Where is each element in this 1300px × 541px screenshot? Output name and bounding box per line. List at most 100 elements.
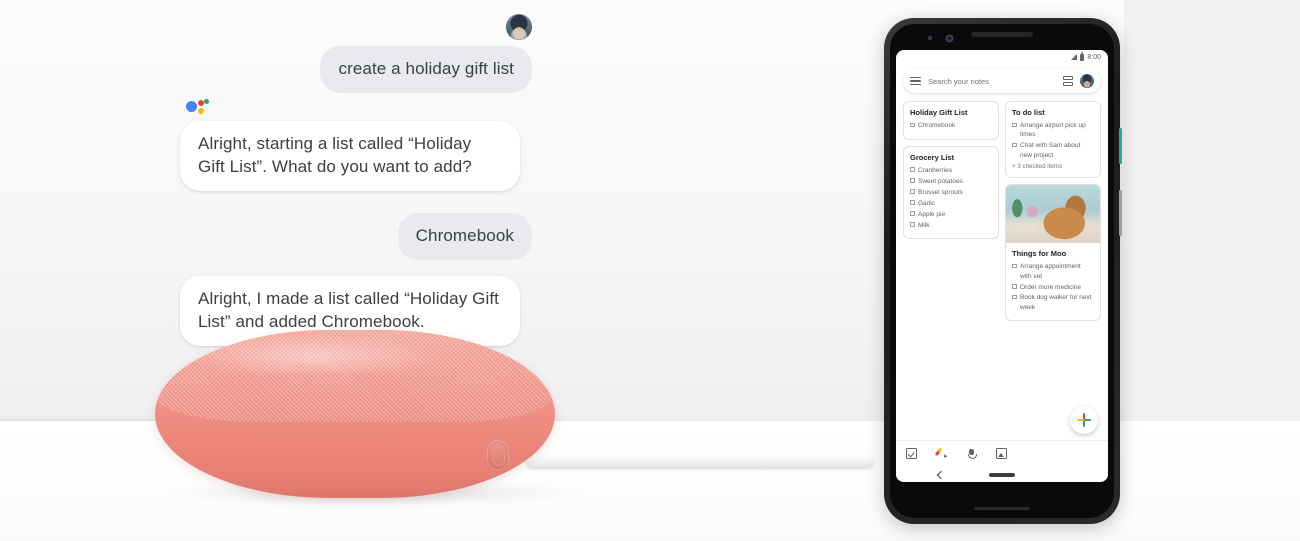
note-card[interactable]: To do list Arrange airport pick up times… [1005, 101, 1101, 179]
speaker-body [155, 330, 555, 498]
note-list-item[interactable]: Sweet potatoes [910, 177, 992, 186]
note-list-item[interactable]: Chat with Sam about new project [1012, 141, 1094, 160]
assistant-dot-blue [186, 100, 197, 112]
note-item-label: Book dog walker for next week [1020, 294, 1092, 311]
assistant-dot-yellow [198, 107, 204, 114]
checkbox-icon[interactable] [910, 122, 915, 127]
power-button[interactable] [1119, 128, 1122, 164]
bottom-speaker-grill-icon [974, 506, 1030, 510]
keep-bottom-toolbar [896, 440, 1108, 482]
message-row-user-1: create a holiday gift list [180, 46, 532, 93]
speaker-mute-switch[interactable] [487, 440, 509, 470]
battery-icon [1080, 52, 1085, 61]
earpiece-speaker-icon [971, 32, 1033, 37]
checkbox-icon[interactable] [1012, 122, 1017, 127]
checkbox-icon[interactable] [1012, 294, 1017, 300]
notes-grid: Holiday Gift List Chromebook Grocery Lis… [896, 93, 1108, 321]
checkbox-icon[interactable] [910, 189, 915, 194]
checkbox-note-icon[interactable] [906, 448, 917, 459]
google-assistant-logo [186, 98, 210, 117]
create-note-fab[interactable] [1070, 406, 1098, 434]
checkbox-icon[interactable] [910, 178, 915, 183]
image-note-icon[interactable] [996, 448, 1007, 459]
note-list-item[interactable]: Cranberries [910, 166, 992, 175]
note-item-label: Apple pie [918, 210, 946, 218]
checkbox-icon[interactable] [1012, 284, 1017, 289]
note-list-item[interactable]: Brussel sprouts [910, 188, 992, 197]
assistant-dot-green [204, 98, 209, 104]
status-bar-time: 8:00 [1087, 53, 1101, 61]
google-nest-mini-speaker [155, 330, 875, 515]
note-type-tools [896, 441, 1108, 459]
dog-photo [1006, 185, 1100, 244]
front-camera-icon [946, 35, 953, 42]
note-list-item[interactable]: Garlic [910, 199, 992, 208]
speaker-power-cable [525, 454, 875, 469]
note-checked-items-count[interactable]: + 3 checked items [1012, 163, 1094, 170]
note-title: Grocery List [910, 152, 955, 162]
note-list-item[interactable]: Order more medicine [1012, 283, 1094, 292]
note-item-label: Sweet potatoes [918, 177, 963, 185]
note-list-item[interactable]: Chromebook [910, 121, 992, 130]
note-item-label: Cranberries [918, 166, 952, 174]
checkbox-icon[interactable] [910, 211, 915, 216]
volume-rocker[interactable] [1119, 190, 1122, 236]
note-item-label: Garlic [918, 199, 935, 207]
user-avatar [506, 14, 532, 40]
speaker-highlight [187, 334, 443, 378]
checkbox-icon[interactable] [910, 222, 915, 227]
signal-bars-icon [1071, 54, 1078, 60]
note-list-item[interactable]: Apple pie [910, 210, 992, 219]
note-item-label: Chat with Sam about new project [1020, 142, 1081, 159]
note-card[interactable]: Grocery List Cranberries Sweet potatoes [903, 145, 999, 240]
account-avatar-icon[interactable] [1080, 74, 1094, 88]
note-list-item[interactable]: Milk [910, 221, 992, 230]
back-chevron-icon[interactable] [936, 470, 946, 479]
note-list-item[interactable]: Book dog walker for next week [1012, 293, 1094, 312]
chat-bubble-user[interactable]: create a holiday gift list [320, 46, 532, 93]
list-view-toggle-icon[interactable] [1063, 76, 1073, 86]
note-title: Holiday Gift List [910, 108, 968, 117]
note-item-label: Brussel sprouts [918, 188, 963, 196]
note-card[interactable]: Holiday Gift List Chromebook [903, 101, 999, 140]
home-pill-icon[interactable] [989, 472, 1015, 477]
android-navigation-bar [896, 467, 1108, 482]
checkbox-icon[interactable] [910, 200, 915, 205]
notes-column-left: Holiday Gift List Chromebook Grocery Lis… [903, 101, 999, 321]
pixel-phone: 8:00 Search your notes Holiday Gift List… [884, 18, 1122, 524]
note-card-body: Things for Moo Arrange appointment with … [1006, 243, 1100, 320]
background-right-panel [1124, 0, 1300, 466]
note-item-label: Order more medicine [1020, 283, 1082, 291]
microphone-note-icon[interactable] [966, 448, 977, 459]
status-bar: 8:00 [896, 50, 1108, 64]
assistant-conversation: create a holiday gift list Alright, star… [180, 14, 532, 352]
chat-bubble-assistant[interactable]: Alright, starting a list called “Holiday… [180, 120, 520, 191]
checkbox-icon[interactable] [1012, 142, 1017, 148]
avatar-row [180, 14, 532, 40]
note-title: To do list [1012, 108, 1045, 117]
checkbox-icon[interactable] [910, 167, 915, 172]
notes-column-right: To do list Arrange airport pick up times… [1005, 101, 1101, 321]
hamburger-menu-icon[interactable] [910, 76, 921, 86]
note-item-label: Milk [918, 221, 930, 229]
scene: create a holiday gift list Alright, star… [0, 0, 1300, 541]
message-row-user-2: Chromebook [180, 212, 532, 260]
phone-screen: 8:00 Search your notes Holiday Gift List… [896, 50, 1108, 482]
chat-bubble-user[interactable]: Chromebook [397, 212, 532, 260]
note-item-label: Chromebook [918, 122, 956, 129]
note-list-item[interactable]: Arrange airport pick up times [1012, 121, 1094, 140]
message-row-assistant-1: Alright, starting a list called “Holiday… [180, 120, 532, 191]
pen-note-icon[interactable] [936, 448, 947, 459]
checkbox-icon[interactable] [1012, 263, 1017, 269]
note-card[interactable]: Things for Moo Arrange appointment with … [1005, 184, 1101, 321]
note-item-label: Arrange appointment with vet [1020, 263, 1081, 280]
sensor-icon [928, 36, 932, 40]
phone-body: 8:00 Search your notes Holiday Gift List… [890, 24, 1114, 518]
search-input[interactable]: Search your notes [928, 77, 1056, 86]
phone-top-bezel [890, 24, 1114, 50]
note-item-label: Arrange airport pick up times [1020, 122, 1086, 139]
note-list-item[interactable]: Arrange appointment with vet [1012, 262, 1094, 281]
plus-icon [1077, 418, 1091, 422]
note-title: Things for Moo [1012, 249, 1067, 259]
search-bar[interactable]: Search your notes [903, 69, 1101, 93]
